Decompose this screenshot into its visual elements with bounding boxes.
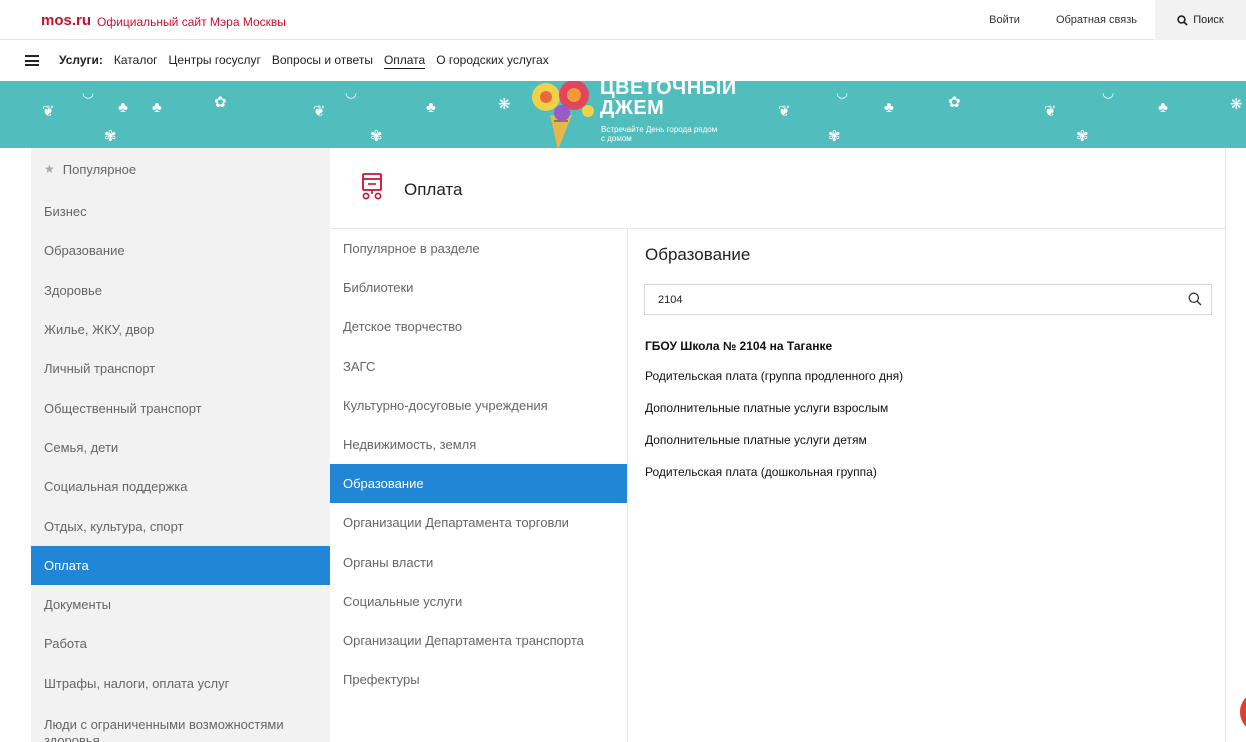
flower-outline-icon: ✾ xyxy=(1076,128,1089,145)
flower-icon: ❋ xyxy=(1230,96,1243,113)
category-sidebar: ★ Популярное Бизнес Образование Здоровье… xyxy=(31,148,330,742)
sidebar-item-social-support[interactable]: Социальная поддержка xyxy=(31,467,330,506)
login-link[interactable]: Войти xyxy=(971,14,1038,26)
leaf-outline-icon: ◡ xyxy=(345,84,358,100)
tulip-icon: ♣ xyxy=(1158,99,1168,116)
services-nav-label: Услуги: xyxy=(59,53,103,67)
promo-banner[interactable]: ❦ ◡ ♣ ♣ ✿ ✾ ❦ ◡ ♣ ❋ ✾ ❦ ◡ ♣ ✿ ✾ ❦ ◡ ♣ ❋ … xyxy=(0,81,1246,148)
top-right-actions: Войти Обратная связь Поиск xyxy=(971,0,1246,40)
sidebar-item-popular[interactable]: ★ Популярное xyxy=(31,148,330,192)
leaf-icon: ❦ xyxy=(42,103,55,120)
subcategory-item-culture[interactable]: Культурно-досуговые учреждения xyxy=(330,386,627,425)
search-icon xyxy=(1177,14,1188,26)
sidebar-item-documents[interactable]: Документы xyxy=(31,585,330,624)
flower-outline-icon: ✿ xyxy=(948,94,961,111)
sidebar-item-family[interactable]: Семья, дети xyxy=(31,428,330,467)
leaf-outline-icon: ◡ xyxy=(82,84,95,100)
leaf-icon: ❦ xyxy=(1044,103,1057,120)
section-title: Оплата xyxy=(404,180,463,199)
flower-outline-icon: ✾ xyxy=(104,128,117,145)
leaf-icon: ❦ xyxy=(313,103,326,120)
main-content: Оплата Популярное в разделе Библиотеки Д… xyxy=(330,148,1226,742)
subcategory-item-zags[interactable]: ЗАГС xyxy=(330,347,627,386)
top-search-button[interactable]: Поиск xyxy=(1155,0,1246,40)
org-search-input[interactable] xyxy=(645,285,1165,314)
subcategory-item-kids-creativity[interactable]: Детское творчество xyxy=(330,307,627,346)
leaf-icon: ❦ xyxy=(778,103,791,120)
service-link[interactable]: Дополнительные платные услуги взрослым xyxy=(645,401,903,433)
site-logo[interactable]: mos.ru xyxy=(41,12,91,29)
subcategory-list: Популярное в разделе Библиотеки Детское … xyxy=(330,229,628,742)
tulip-icon: ♣ xyxy=(884,99,894,116)
subcategory-item-transport-dept[interactable]: Организации Департамента транспорта xyxy=(330,621,627,660)
nav-item-faq[interactable]: Вопросы и ответы xyxy=(272,53,373,69)
results-panel: Образование ГБОУ Школа № 2104 на Таганке… xyxy=(629,229,1225,742)
menu-icon[interactable] xyxy=(25,55,39,66)
search-icon[interactable] xyxy=(1188,292,1202,306)
services-nav: Услуги: Каталог Центры госуслуг Вопросы … xyxy=(0,40,1246,81)
subcategory-item-real-estate[interactable]: Недвижимость, земля xyxy=(330,425,627,464)
section-header: Оплата xyxy=(330,148,1225,229)
service-link[interactable]: Родительская плата (дошкольная группа) xyxy=(645,465,903,497)
search-results: ГБОУ Школа № 2104 на Таганке Родительска… xyxy=(645,339,903,497)
flower-icon: ❋ xyxy=(498,96,511,113)
sidebar-item-business[interactable]: Бизнес xyxy=(31,192,330,231)
flower-outline-icon: ✾ xyxy=(828,128,841,145)
sidebar-item-health[interactable]: Здоровье xyxy=(31,271,330,310)
sidebar-item-work[interactable]: Работа xyxy=(31,624,330,663)
flower-outline-icon: ✿ xyxy=(214,94,227,111)
banner-subtitle: Встречайте День города рядом с домом xyxy=(601,125,718,143)
service-link[interactable]: Родительская плата (группа продленного д… xyxy=(645,369,903,401)
site-title[interactable]: Официальный сайт Мэра Москвы xyxy=(97,15,286,29)
nav-item-about[interactable]: О городских услугах xyxy=(436,53,548,69)
nav-item-catalog[interactable]: Каталог xyxy=(114,53,158,69)
sidebar-item-public-transport[interactable]: Общественный транспорт xyxy=(31,388,330,427)
subcategory-item-trade-dept[interactable]: Организации Департамента торговли xyxy=(330,503,627,542)
banner-title: ЦВЕТОЧНЫЙ ДЖЕМ xyxy=(600,81,737,119)
sidebar-item-disabilities[interactable]: Люди с ограниченными возможностями здоро… xyxy=(31,703,330,742)
subcategory-item-education[interactable]: Образование xyxy=(330,464,627,504)
tulip-icon: ♣ xyxy=(118,99,128,116)
nav-item-centers[interactable]: Центры госуслуг xyxy=(169,53,261,69)
sidebar-item-leisure[interactable]: Отдых, культура, спорт xyxy=(31,506,330,545)
org-name: ГБОУ Школа № 2104 на Таганке xyxy=(645,339,833,353)
bouquet-icon xyxy=(532,81,594,148)
sidebar-item-payment[interactable]: Оплата xyxy=(31,545,330,585)
leaf-outline-icon: ◡ xyxy=(836,84,849,100)
subcategory-item-libraries[interactable]: Библиотеки xyxy=(330,268,627,307)
services-nav-items: Услуги: Каталог Центры госуслуг Вопросы … xyxy=(59,53,560,69)
sidebar-item-personal-transport[interactable]: Личный транспорт xyxy=(31,349,330,388)
tulip-icon: ♣ xyxy=(152,99,162,116)
chat-button[interactable] xyxy=(1240,694,1246,730)
subcategory-item-social-services[interactable]: Социальные услуги xyxy=(330,582,627,621)
payment-icon xyxy=(362,173,382,200)
service-link[interactable]: Дополнительные платные услуги детям xyxy=(645,433,903,465)
subcategory-item-authorities[interactable]: Органы власти xyxy=(330,543,627,582)
subcategory-item-prefectures[interactable]: Префектуры xyxy=(330,660,627,699)
top-bar: mos.ru Официальный сайт Мэра Москвы Войт… xyxy=(0,0,1246,40)
feedback-link[interactable]: Обратная связь xyxy=(1038,14,1155,26)
org-search xyxy=(644,284,1212,315)
sidebar-item-education[interactable]: Образование xyxy=(31,231,330,270)
sidebar-item-housing[interactable]: Жилье, ЖКУ, двор xyxy=(31,310,330,349)
panel-title: Образование xyxy=(645,245,751,264)
top-search-label: Поиск xyxy=(1193,14,1224,26)
leaf-outline-icon: ◡ xyxy=(1102,84,1115,100)
subcategory-item-popular[interactable]: Популярное в разделе xyxy=(330,229,627,268)
tulip-icon: ♣ xyxy=(426,99,436,116)
sidebar-item-fines[interactable]: Штрафы, налоги, оплата услуг xyxy=(31,664,330,703)
star-icon: ★ xyxy=(44,162,55,176)
nav-item-payment[interactable]: Оплата xyxy=(383,53,426,69)
flower-outline-icon: ✾ xyxy=(370,128,383,145)
